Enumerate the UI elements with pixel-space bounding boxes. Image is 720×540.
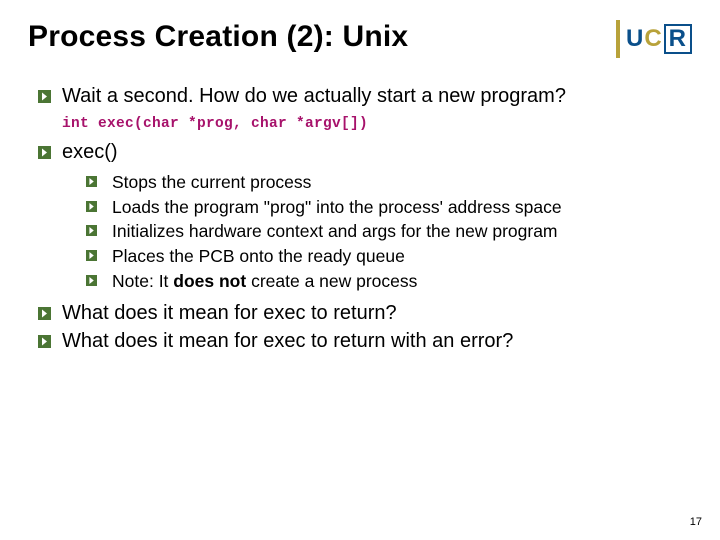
list-item: What does it mean for exec to return?: [38, 301, 692, 327]
bullet-text: Note: It does not create a new process: [112, 271, 417, 291]
bullet-text: Loads the program "prog" into the proces…: [112, 197, 562, 217]
list-item: Note: It does not create a new process: [86, 270, 692, 294]
list-item: Initializes hardware context and args fo…: [86, 220, 692, 244]
list-item: Stops the current process: [86, 171, 692, 195]
list-item: exec() Stops the current process Loads t…: [38, 140, 692, 294]
sub-bullet-list: Stops the current process Loads the prog…: [86, 171, 692, 293]
list-item: What does it mean for exec to return wit…: [38, 329, 692, 355]
list-item: Places the PCB onto the ready queue: [86, 245, 692, 269]
logo-bar: [616, 20, 620, 58]
slide: Process Creation (2): Unix UCR Wait a se…: [0, 0, 720, 540]
chevron-right-icon: [86, 201, 97, 212]
bullet-text: exec(): [62, 141, 118, 163]
bullet-list: Wait a second. How do we actually start …: [38, 84, 692, 355]
logo-letter-u: U: [626, 25, 644, 52]
chevron-right-icon: [86, 225, 97, 236]
page-title: Process Creation (2): Unix: [28, 18, 408, 53]
logo-letter-r: R: [664, 24, 692, 53]
chevron-right-icon: [86, 176, 97, 187]
bullet-text: Initializes hardware context and args fo…: [112, 221, 558, 241]
chevron-right-icon: [38, 307, 51, 320]
text-frag: create a new process: [246, 271, 417, 291]
bullet-text: Places the PCB onto the ready queue: [112, 246, 405, 266]
header: Process Creation (2): Unix UCR: [28, 18, 692, 58]
code-line: int exec(char *prog, char *argv[]): [38, 116, 692, 132]
text-bold: does not: [173, 271, 246, 291]
bullet-text: Stops the current process: [112, 172, 311, 192]
bullet-text: Wait a second. How do we actually start …: [62, 85, 566, 107]
text-frag: Note: It: [112, 271, 173, 291]
bullet-text: What does it mean for exec to return wit…: [62, 330, 513, 352]
content: Wait a second. How do we actually start …: [28, 84, 692, 355]
list-item: Loads the program "prog" into the proces…: [86, 196, 692, 220]
chevron-right-icon: [86, 275, 97, 286]
logo-letter-c: C: [644, 25, 662, 52]
logo-text: UCR: [626, 24, 692, 53]
ucr-logo: UCR: [616, 18, 692, 58]
list-item: Wait a second. How do we actually start …: [38, 84, 692, 110]
chevron-right-icon: [38, 335, 51, 348]
bullet-text: What does it mean for exec to return?: [62, 302, 397, 324]
chevron-right-icon: [86, 250, 97, 261]
page-number: 17: [690, 516, 702, 528]
chevron-right-icon: [38, 146, 51, 159]
chevron-right-icon: [38, 90, 51, 103]
